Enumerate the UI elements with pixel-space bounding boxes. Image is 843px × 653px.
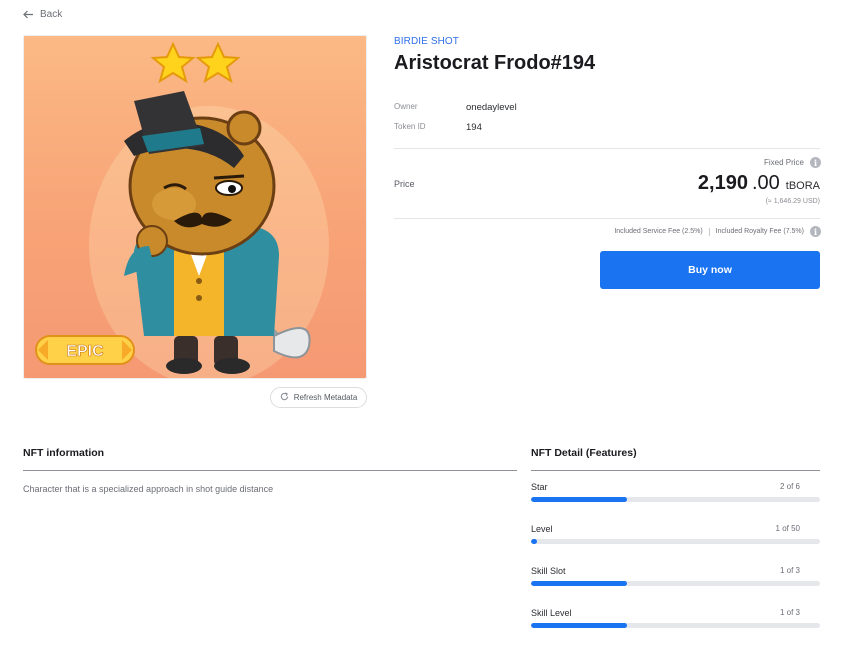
service-fee: Included Service Fee (2.5%) <box>614 228 703 235</box>
star-icon <box>195 41 241 84</box>
progress-fill <box>531 497 628 502</box>
feature-skill-level: Skill Level 1 of 3 <box>531 608 820 638</box>
star-icon <box>150 41 196 84</box>
owner-value[interactable]: onedaylevel <box>466 102 517 113</box>
price-currency: tBORA <box>785 180 820 192</box>
divider <box>394 218 820 219</box>
fee-separator <box>708 227 710 236</box>
progress-track <box>531 623 820 628</box>
grade-badge: EPIC <box>35 335 135 365</box>
item-title: Aristocrat Frodo#194 <box>394 52 596 74</box>
fees-row: Included Service Fee (2.5%) Included Roy… <box>614 226 821 237</box>
price-decimal: .00 <box>751 172 780 194</box>
feature-name: Skill Slot <box>531 566 566 576</box>
fixed-price-text: Fixed Price <box>763 158 804 167</box>
progress-track <box>531 581 820 586</box>
nft-detail-title: NFT Detail (Features) <box>531 447 637 459</box>
refresh-label: Refresh Metadata <box>293 393 358 402</box>
token-id-value: 194 <box>466 122 482 133</box>
divider <box>394 148 820 149</box>
fixed-price-label: Fixed Price i <box>764 157 821 168</box>
feature-value: 1 of 50 <box>775 524 800 533</box>
feature-level: Level 1 of 50 <box>531 524 820 554</box>
feature-name: Level <box>531 524 553 534</box>
feature-star: Star 2 of 6 <box>531 482 820 512</box>
back-label: Back <box>40 9 63 20</box>
collection-name[interactable]: BIRDIE SHOT <box>394 36 459 47</box>
price-label: Price <box>394 179 415 189</box>
buy-now-button[interactable]: Buy now <box>600 251 820 289</box>
progress-track <box>531 497 820 502</box>
royalty-fee: Included Royalty Fee (7.5%) <box>715 228 804 235</box>
price-value: 2,190.00 tBORA <box>698 172 820 195</box>
progress-fill <box>531 623 628 628</box>
feature-skill-slot: Skill Slot 1 of 3 <box>531 566 820 596</box>
token-id-label: Token ID <box>394 122 426 131</box>
progress-track <box>531 539 820 544</box>
feature-value: 1 of 3 <box>779 608 800 617</box>
refresh-icon <box>280 392 289 403</box>
nft-artwork: EPIC <box>23 35 367 379</box>
info-icon[interactable]: i <box>810 157 821 168</box>
feature-name: Star <box>531 482 548 492</box>
grade-badge-label: EPIC <box>66 343 104 360</box>
section-rule <box>531 470 820 471</box>
progress-fill <box>531 539 537 544</box>
arrow-left-icon <box>23 10 34 19</box>
price-usd: (≈ 1,646.29 USD) <box>765 198 820 205</box>
owner-label: Owner <box>394 102 418 111</box>
feature-value: 2 of 6 <box>779 482 800 491</box>
section-rule <box>23 470 517 471</box>
price-integer: 2,190 <box>697 172 748 194</box>
back-link[interactable]: Back <box>23 9 62 20</box>
feature-name: Skill Level <box>531 608 572 618</box>
nft-information-title: NFT information <box>23 447 105 459</box>
progress-fill <box>531 581 628 586</box>
info-icon[interactable]: i <box>810 226 821 237</box>
nft-description: Character that is a specialized approach… <box>23 484 274 494</box>
refresh-metadata-button[interactable]: Refresh Metadata <box>270 387 367 408</box>
feature-value: 1 of 3 <box>779 566 800 575</box>
